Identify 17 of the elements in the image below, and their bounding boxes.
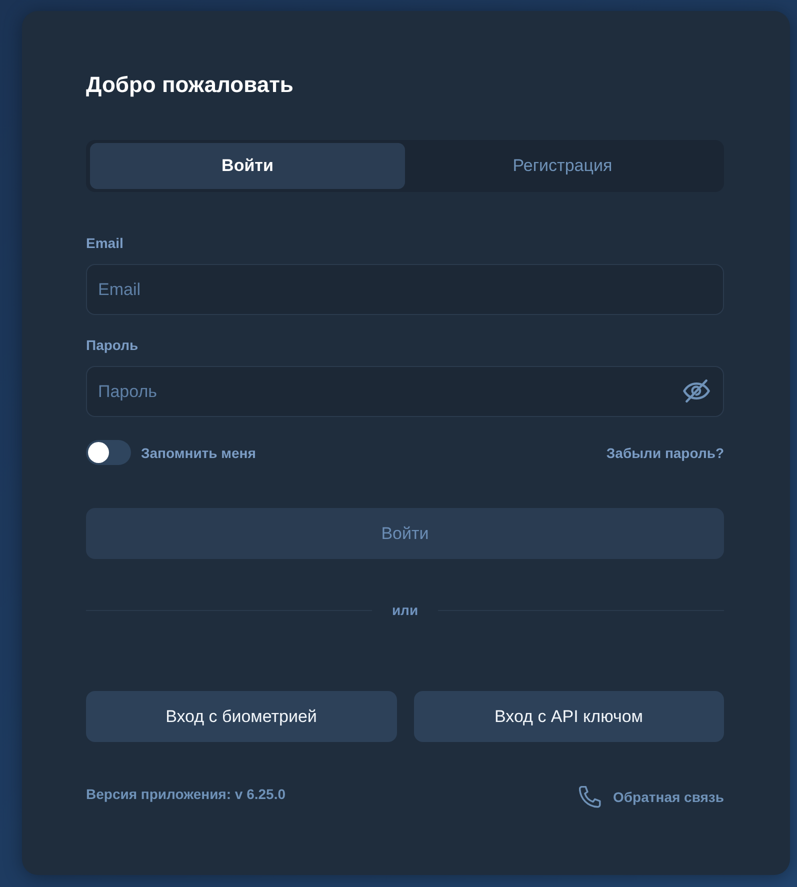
login-option-button[interactable]: Вход с API ключом xyxy=(414,691,724,742)
version-text: Версия приложения: v 6.25.0 xyxy=(86,785,286,803)
remember-label: Запомнить меня xyxy=(141,444,256,462)
login-option-button[interactable]: Вход с биометрией xyxy=(86,691,396,742)
field-label: Пароль xyxy=(86,336,138,354)
tab[interactable]: Регистрация xyxy=(405,143,720,189)
email-field[interactable]: Email xyxy=(86,264,724,315)
feedback-link[interactable]: Обратная связь xyxy=(579,785,724,809)
tab[interactable]: Войти xyxy=(90,143,405,189)
welcome-title: Добро пожаловать xyxy=(86,71,294,99)
divider-label: или xyxy=(392,601,418,619)
forgot-password-link[interactable]: Забыли пароль? xyxy=(606,444,724,462)
toggle-switch[interactable] xyxy=(86,440,131,465)
password-field[interactable]: Пароль xyxy=(86,366,724,417)
eye-slash-icon[interactable] xyxy=(683,379,710,403)
phone-icon xyxy=(579,786,602,808)
field-label: Email xyxy=(86,234,124,252)
